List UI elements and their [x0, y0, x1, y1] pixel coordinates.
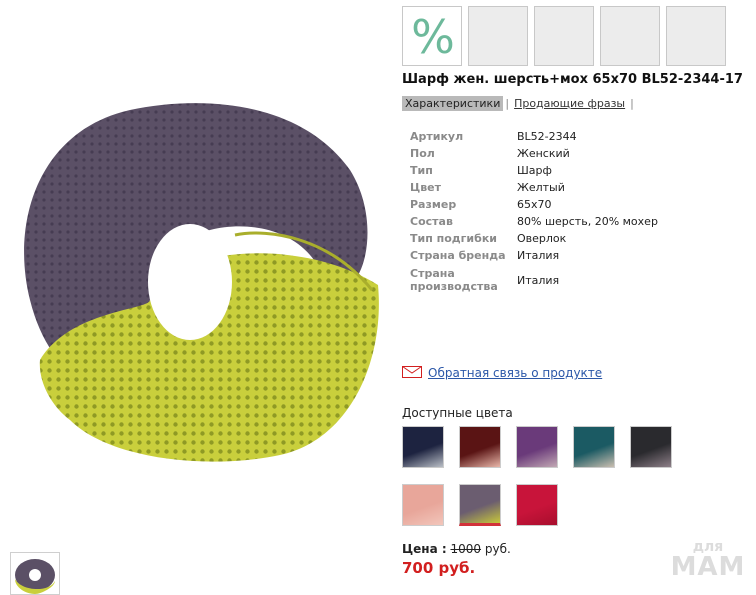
spec-label: Пол — [410, 147, 435, 160]
spec-label: Страна бренда — [410, 249, 506, 262]
spec-label: Тип — [410, 164, 433, 177]
percent-icon: % — [411, 10, 455, 64]
color-swatch[interactable] — [459, 484, 501, 526]
spec-value: 65х70 — [517, 198, 552, 211]
spec-label: Состав — [410, 215, 453, 228]
color-swatch[interactable] — [516, 426, 558, 468]
currency: руб. — [484, 542, 511, 556]
tab-characteristics[interactable]: Характеристики — [402, 96, 504, 111]
product-title: Шарф жен. шерсть+мох 65х70 BL52-2344-17 — [402, 72, 743, 87]
old-price: 1000 — [450, 542, 482, 556]
product-main-image[interactable] — [0, 60, 392, 490]
color-swatch[interactable] — [459, 426, 501, 468]
spec-value: Оверлок — [517, 232, 567, 245]
thumbnail-image — [11, 553, 59, 594]
tab-separator: | — [505, 97, 510, 110]
spec-value: Италия — [517, 274, 560, 287]
new-price: 700 руб. — [402, 559, 476, 577]
product-thumbnail[interactable] — [10, 552, 60, 595]
badge-placeholder — [468, 6, 528, 66]
feedback-link[interactable]: Обратная связь о продукте — [428, 366, 602, 380]
color-swatch[interactable] — [516, 484, 558, 526]
color-swatch[interactable] — [573, 426, 615, 468]
tab-selling-phrases[interactable]: Продающие фразы — [511, 96, 628, 111]
spec-label: Страна производства — [410, 267, 498, 293]
spec-value: BL52-2344 — [517, 130, 577, 143]
badge-placeholder — [534, 6, 594, 66]
spec-value: Италия — [517, 249, 560, 262]
tab-separator: | — [630, 97, 634, 110]
spec-value: 80% шерсть, 20% мохер — [517, 215, 658, 228]
watermark-logo: для МАМ — [668, 540, 748, 580]
color-swatch[interactable] — [402, 426, 444, 468]
envelope-icon — [402, 366, 422, 381]
spec-label: Цвет — [410, 181, 442, 194]
spec-label: Артикул — [410, 130, 464, 143]
spec-label: Тип подгибки — [410, 232, 497, 245]
spec-label: Размер — [410, 198, 457, 211]
spec-value: Женский — [517, 147, 570, 160]
discount-badge: % — [402, 6, 462, 66]
available-colors-title: Доступные цвета — [402, 406, 513, 420]
product-tabs: Характеристики | Продающие фразы | — [402, 96, 636, 111]
color-swatch[interactable] — [630, 426, 672, 468]
badge-placeholder — [600, 6, 660, 66]
scarf-illustration — [24, 103, 379, 462]
color-swatch[interactable] — [402, 484, 444, 526]
spec-value: Шарф — [517, 164, 552, 177]
feedback-link-row[interactable]: Обратная связь о продукте — [402, 366, 602, 381]
watermark-big: МАМ — [670, 552, 746, 582]
badge-placeholder — [666, 6, 726, 66]
price-label: Цена : — [402, 542, 447, 556]
price-row: Цена : 1000 руб. — [402, 542, 511, 556]
spec-value: Желтый — [517, 181, 565, 194]
